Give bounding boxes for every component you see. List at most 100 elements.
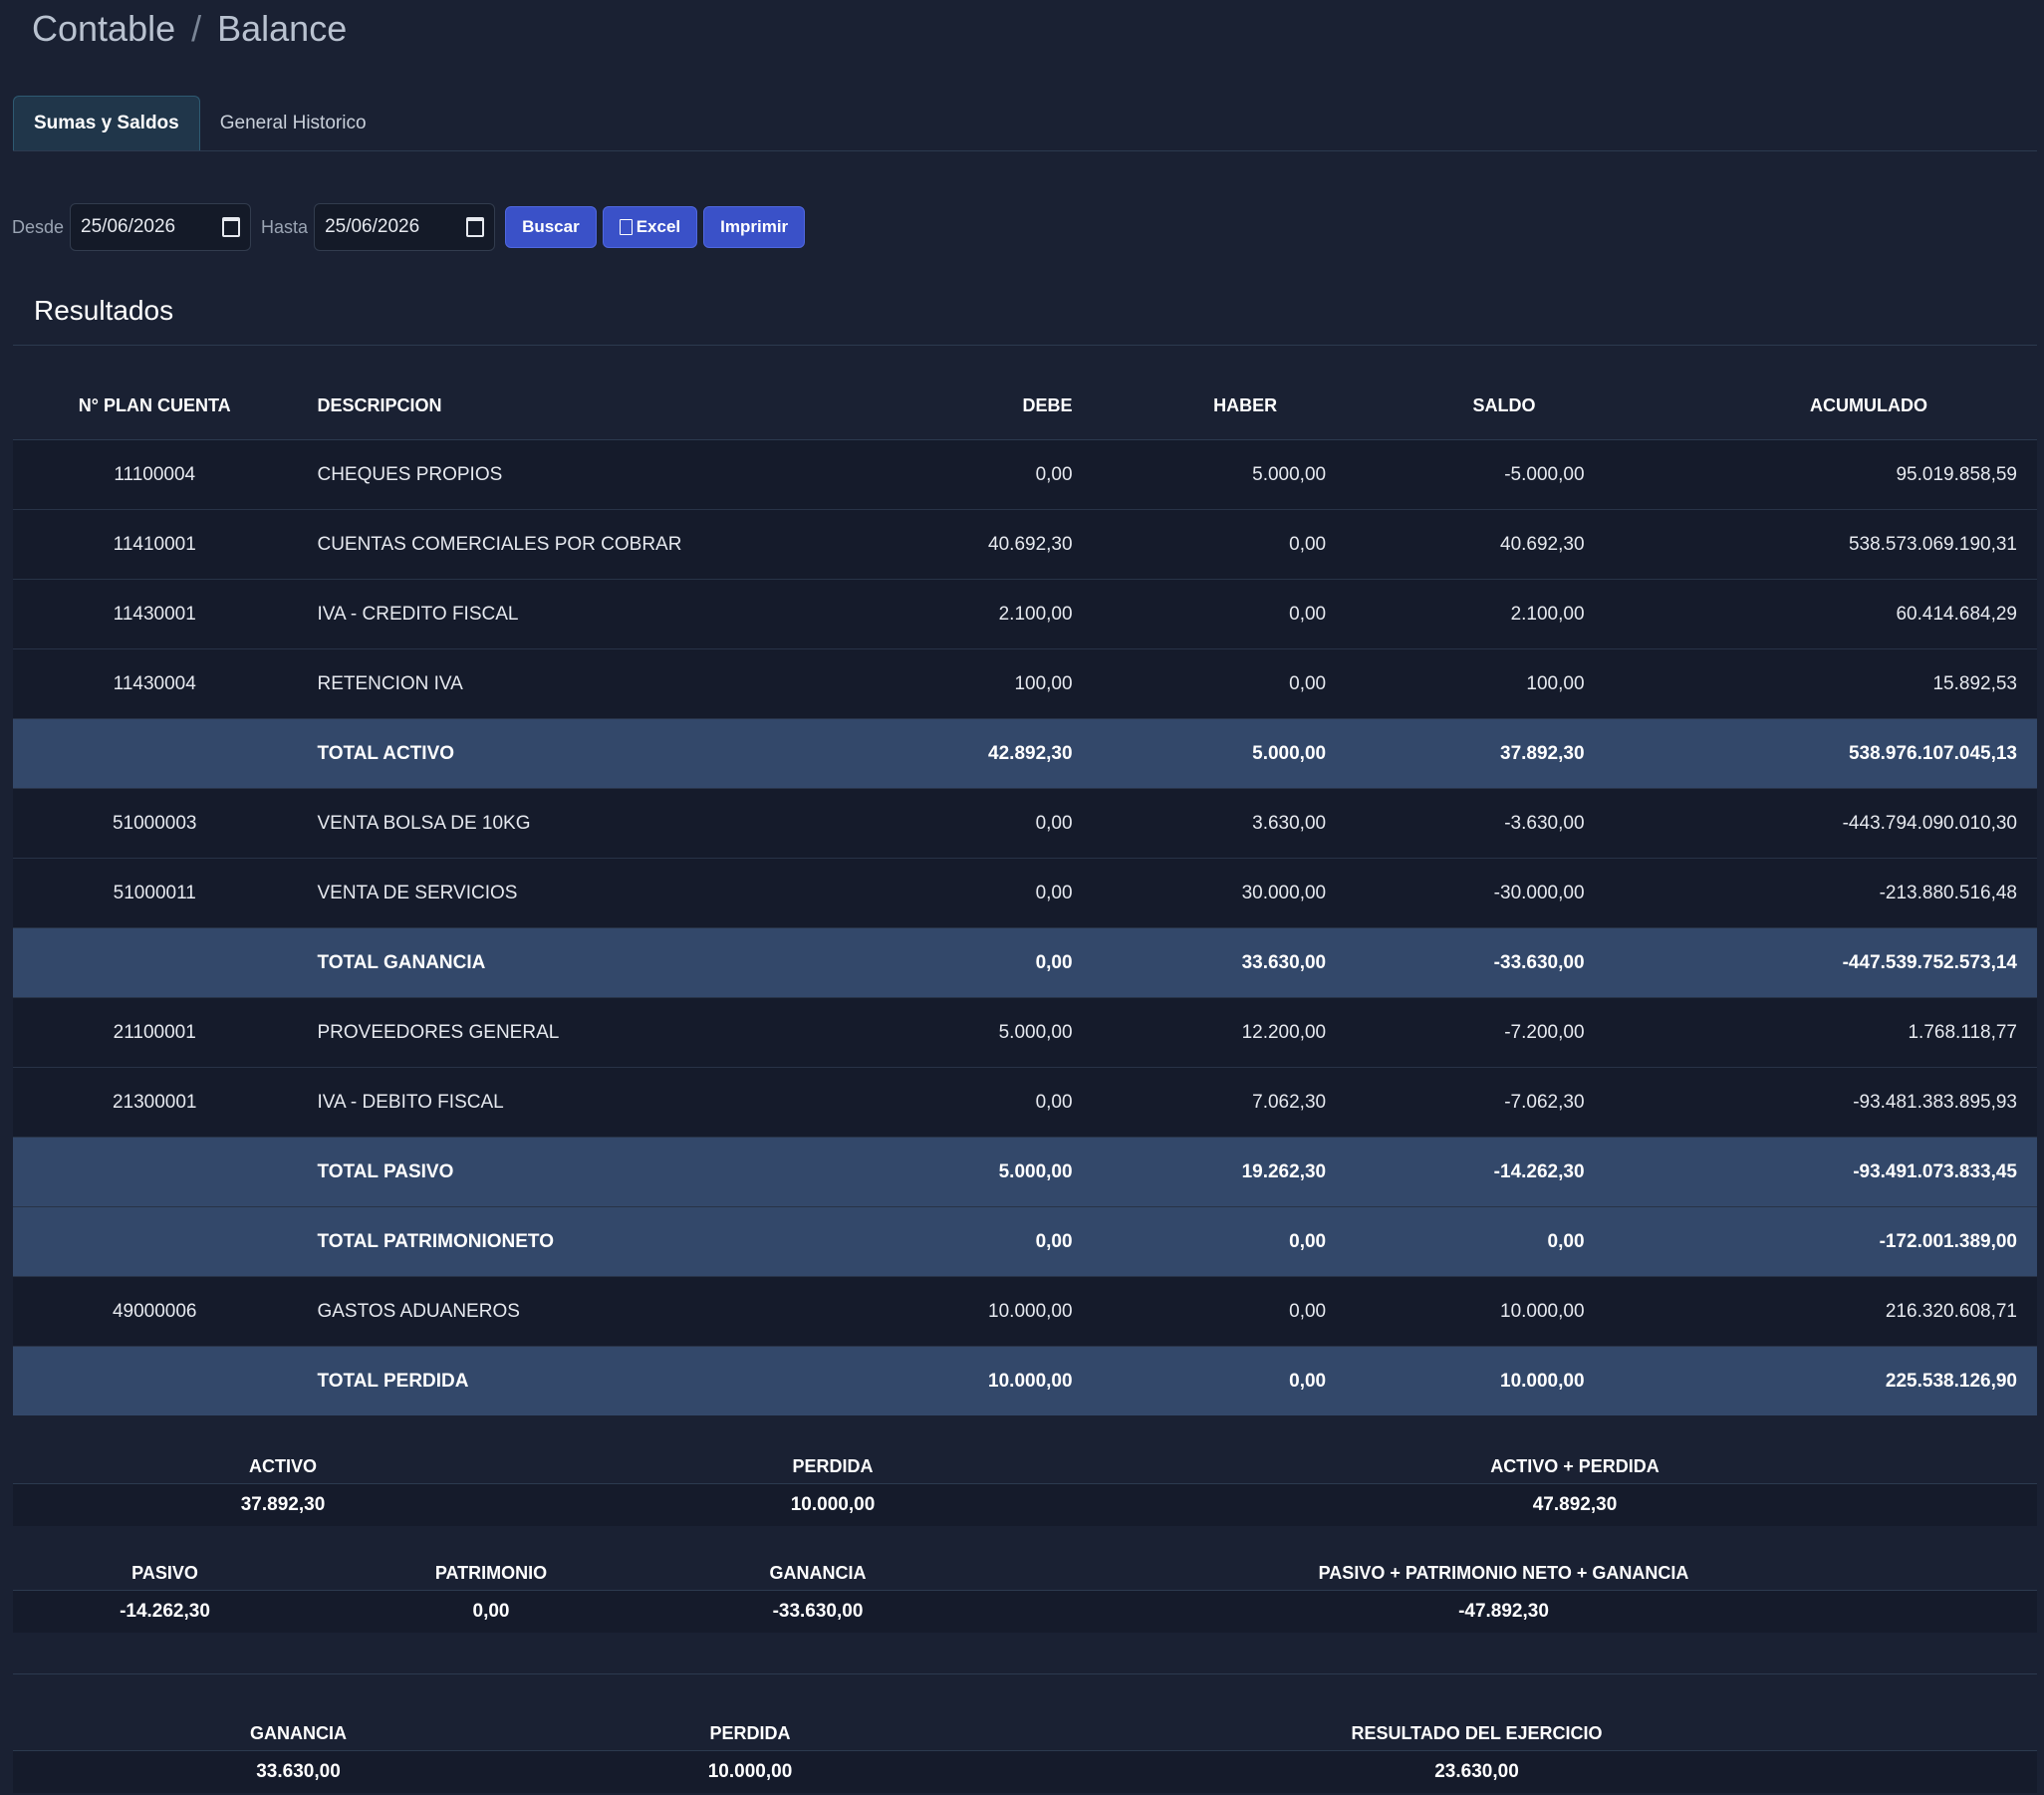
cell-saldo: -33.630,00 — [1327, 927, 1586, 998]
cell-saldo: -3.630,00 — [1327, 788, 1586, 859]
cell-debe: 42.892,30 — [931, 718, 1074, 789]
cell-acumulado: -172.001.389,00 — [1585, 1206, 2037, 1277]
cell-saldo: -14.262,30 — [1327, 1137, 1586, 1207]
cell-debe: 0,00 — [931, 439, 1074, 510]
cell-haber: 0,00 — [1073, 1276, 1328, 1347]
cell-saldo: -7.062,30 — [1327, 1067, 1586, 1138]
table-row: 49000006 GASTOS ADUANEROS 10.000,00 0,00 10.… — [13, 1276, 2037, 1347]
hasta-date-input[interactable]: 25/06/2026 — [314, 203, 496, 251]
cell-debe: 0,00 — [931, 1206, 1074, 1277]
cell-acumulado: -443.794.090.010,30 — [1585, 788, 2037, 859]
cell-descripcion: PROVEEDORES GENERAL — [296, 997, 932, 1068]
cell-haber: 5.000,00 — [1073, 718, 1328, 789]
tab-sumas-y-saldos[interactable]: Sumas y Saldos — [13, 96, 200, 150]
tab-general-historico[interactable]: General Historico — [200, 97, 386, 150]
tab-bar: Sumas y Saldos General Historico — [13, 95, 2037, 151]
cell-haber: 33.630,00 — [1073, 927, 1328, 998]
cell-debe: 2.100,00 — [931, 579, 1074, 649]
summary-perdida-label: PERDIDA — [584, 1701, 916, 1751]
cell-saldo: 100,00 — [1327, 648, 1586, 719]
cell-haber: 0,00 — [1073, 648, 1328, 719]
summary-activo-perdida-value: 47.892,30 — [1113, 1483, 2037, 1526]
summary-patrimonio-value: 0,00 — [317, 1590, 665, 1633]
imprimir-button[interactable]: Imprimir — [703, 206, 806, 248]
summary-activo-value: 37.892,30 — [13, 1483, 553, 1526]
cell-acumulado: 1.768.118,77 — [1585, 997, 2037, 1068]
cell-plan-cuenta: 11410001 — [13, 509, 297, 580]
summary-pasivo-patrimonio-ganancia-label: PASIVO + PATRIMONIO NETO + GANANCIA — [970, 1541, 2037, 1591]
cell-plan-cuenta: 51000011 — [13, 858, 297, 928]
cell-haber: 12.200,00 — [1073, 997, 1328, 1068]
cell-debe: 5.000,00 — [931, 1137, 1074, 1207]
cell-acumulado: -213.880.516,48 — [1585, 858, 2037, 928]
cell-descripcion: RETENCION IVA — [296, 648, 932, 719]
table-row: 21100001 PROVEEDORES GENERAL 5.000,00 12.20… — [13, 997, 2037, 1068]
summary-pasivo-value: -14.262,30 — [13, 1590, 317, 1633]
cell-descripcion: TOTAL PATRIMONIONETO — [296, 1206, 932, 1277]
filter-bar: Desde 25/06/2026 Hasta 25/06/2026 Buscar… — [12, 203, 806, 251]
cell-acumulado: 225.538.126,90 — [1585, 1346, 2037, 1415]
summary-ganancia-value: 33.630,00 — [13, 1750, 584, 1793]
buscar-button-label: Buscar — [522, 217, 580, 236]
breadcrumb-contable[interactable]: Contable — [32, 8, 175, 50]
cell-plan-cuenta — [13, 718, 297, 789]
cell-plan-cuenta — [13, 1346, 297, 1415]
imprimir-button-label: Imprimir — [720, 217, 789, 236]
cell-haber: 30.000,00 — [1073, 858, 1328, 928]
summary-perdida-value: 10.000,00 — [553, 1483, 1113, 1526]
cell-saldo: 0,00 — [1327, 1206, 1586, 1277]
cell-acumulado: 95.019.858,59 — [1585, 439, 2037, 510]
breadcrumb-separator: / — [191, 8, 202, 49]
cell-plan-cuenta: 21100001 — [13, 997, 297, 1068]
buscar-button[interactable]: Buscar — [505, 206, 597, 248]
cell-haber: 0,00 — [1073, 1346, 1328, 1415]
table-total-row: TOTAL PERDIDA 10.000,00 0,00 10.000,00 225.5… — [13, 1346, 2037, 1415]
cell-acumulado: 15.892,53 — [1585, 648, 2037, 719]
cell-haber: 7.062,30 — [1073, 1067, 1328, 1138]
cell-haber: 0,00 — [1073, 1206, 1328, 1277]
excel-button[interactable]: Excel — [602, 206, 698, 248]
summary-resultado-label: RESULTADO DEL EJERCICIO — [916, 1701, 2037, 1751]
summary-pasivo-label: PASIVO — [13, 1541, 317, 1591]
summary-perdida-label: PERDIDA — [553, 1434, 1113, 1484]
cell-descripcion: VENTA BOLSA DE 10KG — [296, 788, 932, 859]
header-plan-cuenta: N° PLAN CUENTA — [13, 372, 297, 440]
table-total-row: TOTAL PATRIMONIONETO 0,00 0,00 0,00 -172.001… — [13, 1206, 2037, 1277]
summary-activo-label: ACTIVO — [13, 1434, 553, 1484]
cell-debe: 0,00 — [931, 788, 1074, 859]
cell-debe: 40.692,30 — [931, 509, 1074, 580]
desde-label: Desde — [12, 216, 65, 237]
balance-table: N° PLAN CUENTA DESCRIPCION DEBE HABER SA… — [13, 372, 2037, 1415]
cell-acumulado: 538.976.107.045,13 — [1585, 718, 2037, 789]
table-row: 11430004 RETENCION IVA 100,00 0,00 100,00 15.… — [13, 648, 2037, 719]
cell-descripcion: TOTAL PERDIDA — [296, 1346, 932, 1415]
cell-haber: 0,00 — [1073, 509, 1328, 580]
header-haber: HABER — [1073, 372, 1328, 440]
table-row: 51000011 VENTA DE SERVICIOS 0,00 30.000,00-… — [13, 858, 2037, 928]
cell-saldo: 10.000,00 — [1327, 1346, 1586, 1415]
header-acumulado: ACUMULADO — [1585, 372, 2037, 440]
summary-ganancia-label: GANANCIA — [13, 1701, 584, 1751]
table-total-row: TOTAL ACTIVO 42.892,30 5.000,00 37.892,30 53… — [13, 718, 2037, 789]
calendar-icon[interactable] — [222, 217, 241, 237]
cell-descripcion: CUENTAS COMERCIALES POR COBRAR — [296, 509, 932, 580]
cell-saldo: -30.000,00 — [1327, 858, 1586, 928]
cell-saldo: -5.000,00 — [1327, 439, 1586, 510]
cell-debe: 0,00 — [931, 927, 1074, 998]
header-saldo: SALDO — [1327, 372, 1586, 440]
cell-debe: 10.000,00 — [931, 1276, 1074, 1347]
table-row: 51000003 VENTA BOLSA DE 10KG 0,00 3.630,00-… — [13, 788, 2037, 859]
summary-pasivo-patrimonio-ganancia-value: -47.892,30 — [970, 1590, 2037, 1633]
cell-plan-cuenta: 11430004 — [13, 648, 297, 719]
cell-acumulado: -447.539.752.573,14 — [1585, 927, 2037, 998]
cell-descripcion: TOTAL ACTIVO — [296, 718, 932, 789]
cell-descripcion: IVA - DEBITO FISCAL — [296, 1067, 932, 1138]
breadcrumb-balance: Balance — [217, 8, 348, 49]
summary-activo-perdida-label: ACTIVO + PERDIDA — [1113, 1434, 2037, 1484]
desde-date-input[interactable]: 25/06/2026 — [70, 203, 252, 251]
cell-descripcion: CHEQUES PROPIOS — [296, 439, 932, 510]
cell-saldo: 40.692,30 — [1327, 509, 1586, 580]
calendar-icon[interactable] — [466, 217, 485, 237]
cell-acumulado: -93.481.383.895,93 — [1585, 1067, 2037, 1138]
header-descripcion: DESCRIPCION — [296, 372, 932, 440]
